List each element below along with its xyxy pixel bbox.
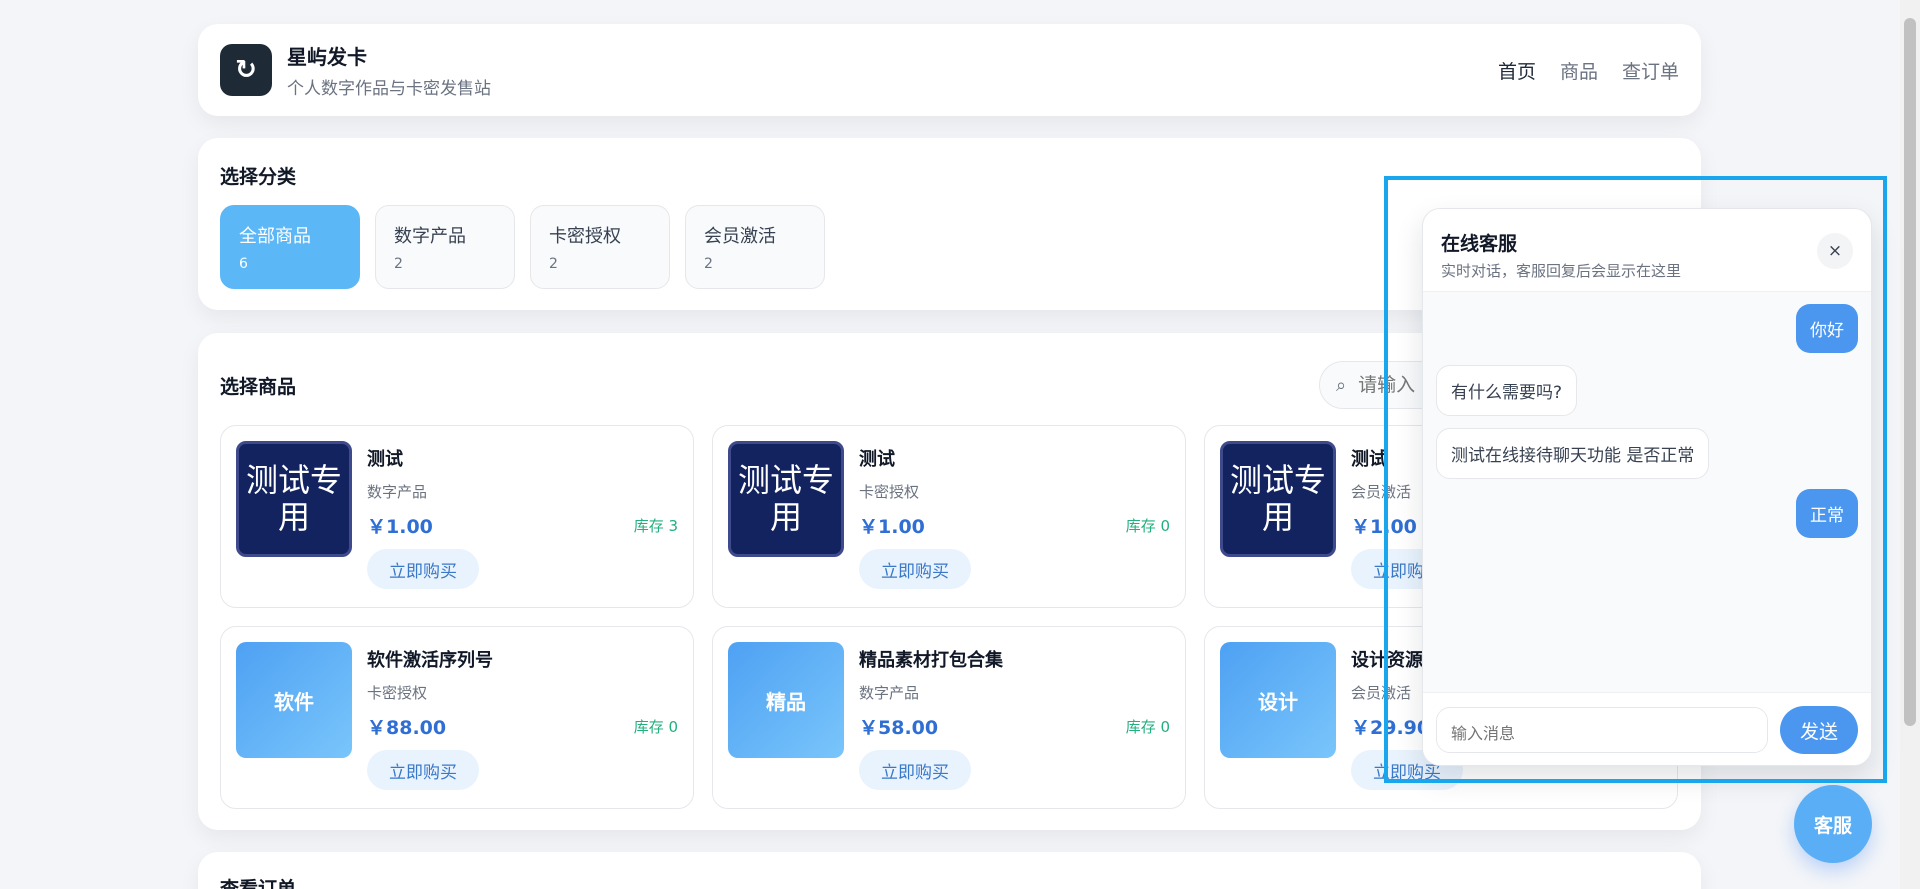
product-info: 软件激活序列号 卡密授权 ￥88.00 库存 0 立即购买 [367, 642, 678, 793]
product-thumbnail: 精品 [728, 642, 844, 758]
brand-title: 星屿发卡 [287, 45, 367, 69]
category-name: 全部商品 [239, 226, 311, 247]
product-stock: 库存 0 [1125, 718, 1170, 736]
product-category: 数字产品 [367, 483, 428, 501]
buy-button[interactable]: 立即购买 [859, 549, 971, 589]
close-icon[interactable]: × [1817, 233, 1853, 269]
search-icon: ⌕ [1336, 374, 1347, 396]
product-stock: 库存 3 [633, 517, 678, 535]
customer-service-button[interactable]: 客服 [1794, 785, 1872, 863]
order-panel: 查看订单 [198, 852, 1701, 889]
category-membership[interactable]: 会员激活 2 [685, 205, 825, 289]
chat-window: 在线客服 实时对话，客服回复后会显示在这里 × 你好 有什么需要吗? 测试在线接… [1422, 208, 1872, 766]
product-stock: 库存 0 [1125, 517, 1170, 535]
product-card[interactable]: 软件 软件激活序列号 卡密授权 ￥88.00 库存 0 立即购买 [220, 626, 694, 809]
chat-message-incoming: 测试在线接待聊天功能 是否正常 [1436, 428, 1710, 479]
nav-orders[interactable]: 查订单 [1622, 57, 1679, 84]
product-name: 测试 [859, 449, 895, 470]
product-info: 测试 数字产品 ￥1.00 库存 3 立即购买 [367, 441, 678, 592]
product-price-row: ￥58.00 库存 0 [859, 713, 1170, 740]
product-info: 精品素材打包合集 数字产品 ￥58.00 库存 0 立即购买 [859, 642, 1170, 793]
product-price: ￥88.00 [367, 717, 447, 739]
main-nav: 首页 商品 查订单 [1498, 57, 1679, 84]
category-count: 6 [239, 256, 248, 272]
buy-button[interactable]: 立即购买 [367, 549, 479, 589]
product-stock: 库存 0 [633, 718, 678, 736]
product-price: ￥1.00 [859, 516, 925, 538]
product-category: 卡密授权 [367, 684, 428, 702]
product-name: 软件激活序列号 [367, 650, 493, 671]
product-category: 数字产品 [859, 684, 920, 702]
site-header: ↻ 星屿发卡 个人数字作品与卡密发售站 首页 商品 查订单 [198, 24, 1701, 116]
chat-message-outgoing: 你好 [1796, 304, 1858, 353]
product-card[interactable]: 测试专用 测试 卡密授权 ￥1.00 库存 0 立即购买 [712, 425, 1186, 608]
send-button[interactable]: 发送 [1780, 706, 1858, 754]
order-title: 查看订单 [220, 878, 297, 889]
chat-title: 在线客服 [1441, 233, 1518, 255]
nav-home[interactable]: 首页 [1498, 57, 1536, 84]
category-name: 数字产品 [394, 226, 466, 247]
scrollbar-thumb[interactable] [1904, 18, 1916, 726]
category-all[interactable]: 全部商品 6 [220, 205, 360, 289]
category-count: 2 [549, 256, 558, 272]
brand: 星屿发卡 个人数字作品与卡密发售站 [287, 41, 491, 99]
logo-icon[interactable]: ↻ [220, 44, 272, 96]
chat-message-outgoing: 正常 [1796, 489, 1858, 538]
product-price: ￥58.00 [859, 717, 939, 739]
product-info: 测试 卡密授权 ￥1.00 库存 0 立即购买 [859, 441, 1170, 592]
product-price: ￥1.00 [1351, 516, 1417, 538]
product-card[interactable]: 测试专用 测试 数字产品 ￥1.00 库存 3 立即购买 [220, 425, 694, 608]
product-price-row: ￥88.00 库存 0 [367, 713, 678, 740]
product-price: ￥29.90 [1351, 717, 1431, 739]
chat-messages: 你好 有什么需要吗? 测试在线接待聊天功能 是否正常 正常 [1423, 292, 1871, 692]
product-thumbnail: 测试专用 [236, 441, 352, 557]
category-name: 会员激活 [704, 226, 776, 247]
chat-footer: 发送 [1423, 692, 1871, 765]
buy-button[interactable]: 立即购买 [859, 750, 971, 790]
category-digital[interactable]: 数字产品 2 [375, 205, 515, 289]
product-title: 选择商品 [220, 375, 297, 398]
category-license[interactable]: 卡密授权 2 [530, 205, 670, 289]
brand-subtitle: 个人数字作品与卡密发售站 [287, 79, 491, 99]
chat-input[interactable] [1436, 707, 1768, 753]
product-thumbnail: 软件 [236, 642, 352, 758]
chat-subtitle: 实时对话，客服回复后会显示在这里 [1441, 262, 1682, 280]
category-name: 卡密授权 [549, 226, 621, 247]
product-thumbnail: 测试专用 [728, 441, 844, 557]
buy-button[interactable]: 立即购买 [367, 750, 479, 790]
product-thumbnail: 测试专用 [1220, 441, 1336, 557]
product-price-row: ￥1.00 库存 3 [367, 512, 678, 539]
product-card[interactable]: 精品 精品素材打包合集 数字产品 ￥58.00 库存 0 立即购买 [712, 626, 1186, 809]
product-name: 精品素材打包合集 [859, 650, 1003, 671]
category-title: 选择分类 [220, 166, 297, 188]
chat-message-incoming: 有什么需要吗? [1436, 365, 1578, 416]
nav-products[interactable]: 商品 [1560, 57, 1598, 84]
product-name: 测试 [367, 449, 403, 470]
page-scrollbar[interactable] [1900, 0, 1920, 889]
category-count: 2 [394, 256, 403, 272]
product-price-row: ￥1.00 库存 0 [859, 512, 1170, 539]
chat-header: 在线客服 实时对话，客服回复后会显示在这里 × [1423, 209, 1871, 292]
product-category: 卡密授权 [859, 483, 920, 501]
product-thumbnail: 设计 [1220, 642, 1336, 758]
category-count: 2 [704, 256, 713, 272]
product-price: ￥1.00 [367, 516, 433, 538]
